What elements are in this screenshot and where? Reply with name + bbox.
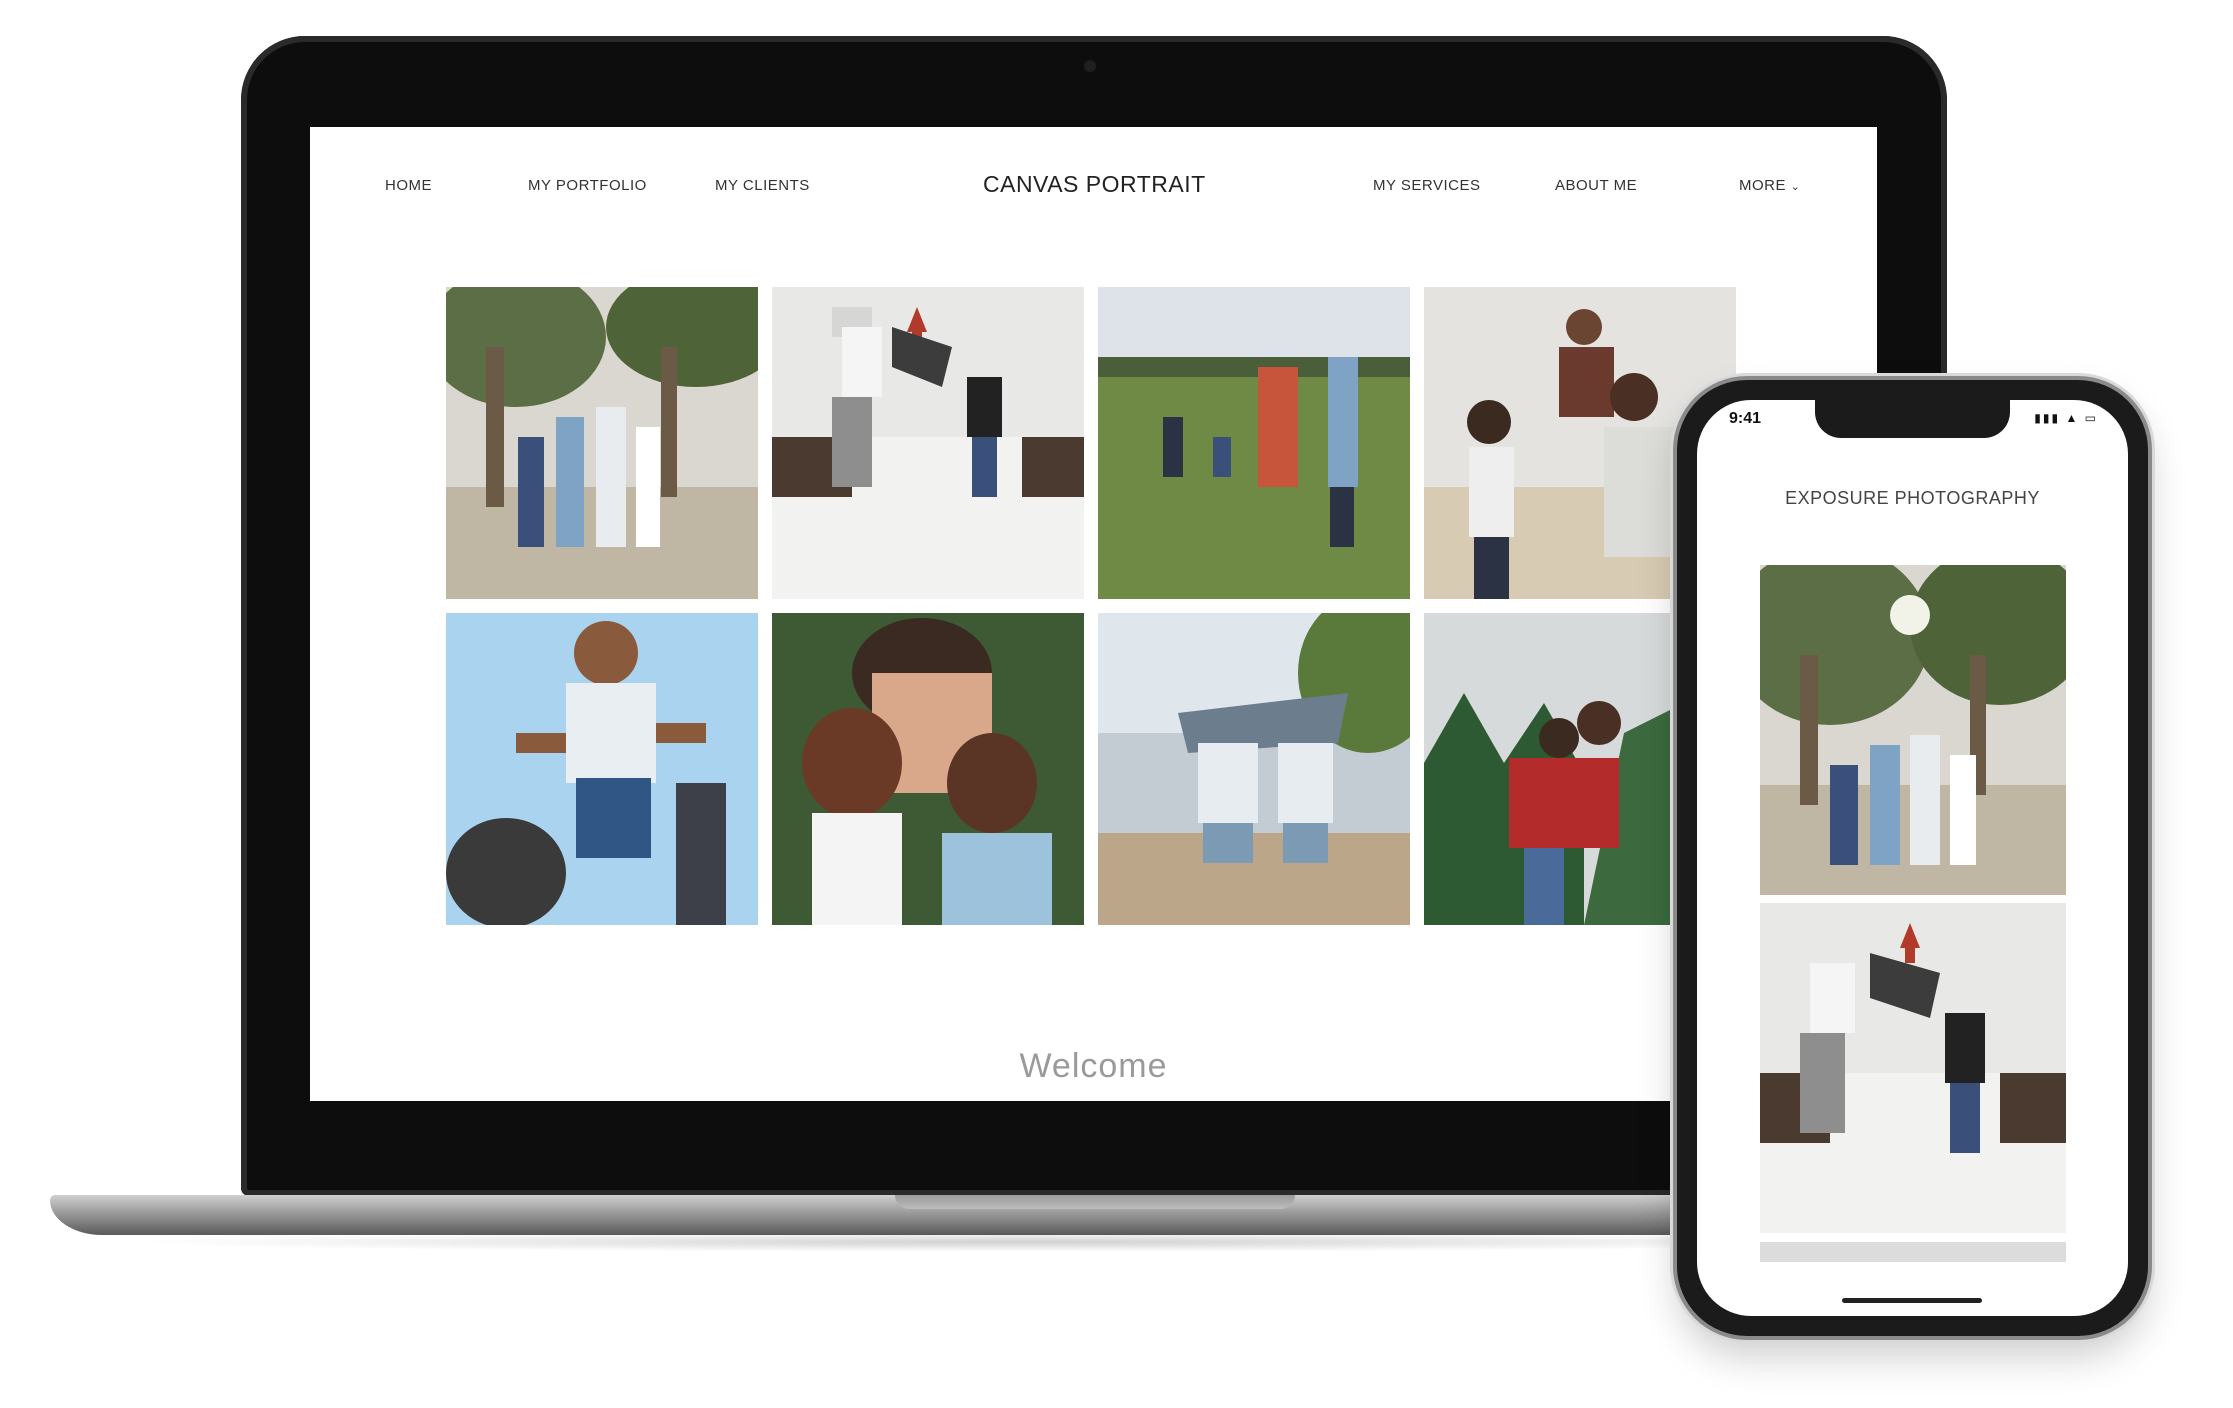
photo-pillow-fight[interactable] (772, 287, 1084, 599)
nav-more[interactable]: MORE ⌄ (1739, 177, 1800, 194)
laptop-opening-notch (895, 1195, 1295, 1209)
phone-site-title[interactable]: EXPOSURE PHOTOGRAPHY (1697, 488, 2128, 509)
nav-my-portfolio[interactable]: MY PORTFOLIO (528, 177, 647, 194)
signal-wifi-battery-icon: ▮▮▮ ▲ ▭ (2034, 411, 2098, 425)
status-time: 9:41 (1729, 410, 1762, 427)
photo-mother-daughters[interactable] (772, 613, 1084, 925)
photo-family-trees[interactable] (446, 287, 758, 599)
phone-notch (1815, 400, 2010, 438)
laptop-screen: HOME MY PORTFOLIO MY CLIENTS CANVAS PORT… (310, 127, 1877, 1101)
site-title[interactable]: CANVAS PORTRAIT (983, 171, 1206, 198)
phone-photo-family-trees[interactable] (1760, 565, 2066, 895)
nav-my-clients[interactable]: MY CLIENTS (715, 177, 810, 194)
phone-photo-pillow-fight[interactable] (1760, 903, 2066, 1233)
nav-more-label: MORE (1739, 177, 1786, 194)
home-indicator[interactable] (1842, 1298, 1982, 1303)
phone-photo-next[interactable] (1760, 1242, 2066, 1262)
nav-home[interactable]: HOME (385, 177, 432, 194)
phone-screen: 9:41 ▮▮▮ ▲ ▭ EXPOSURE PHOTOGRAPHY (1697, 400, 2128, 1316)
photo-family-field[interactable] (1098, 287, 1410, 599)
photo-boys-beach[interactable] (1098, 613, 1410, 925)
nav-about-me[interactable]: ABOUT ME (1555, 177, 1637, 194)
welcome-heading: Welcome (1019, 1047, 1168, 1085)
camera-icon (1084, 60, 1096, 72)
nav-my-services[interactable]: MY SERVICES (1373, 177, 1480, 194)
chevron-down-icon: ⌄ (1790, 181, 1801, 193)
photo-baby-lifted[interactable] (446, 613, 758, 925)
laptop-shadow (120, 1232, 1920, 1252)
